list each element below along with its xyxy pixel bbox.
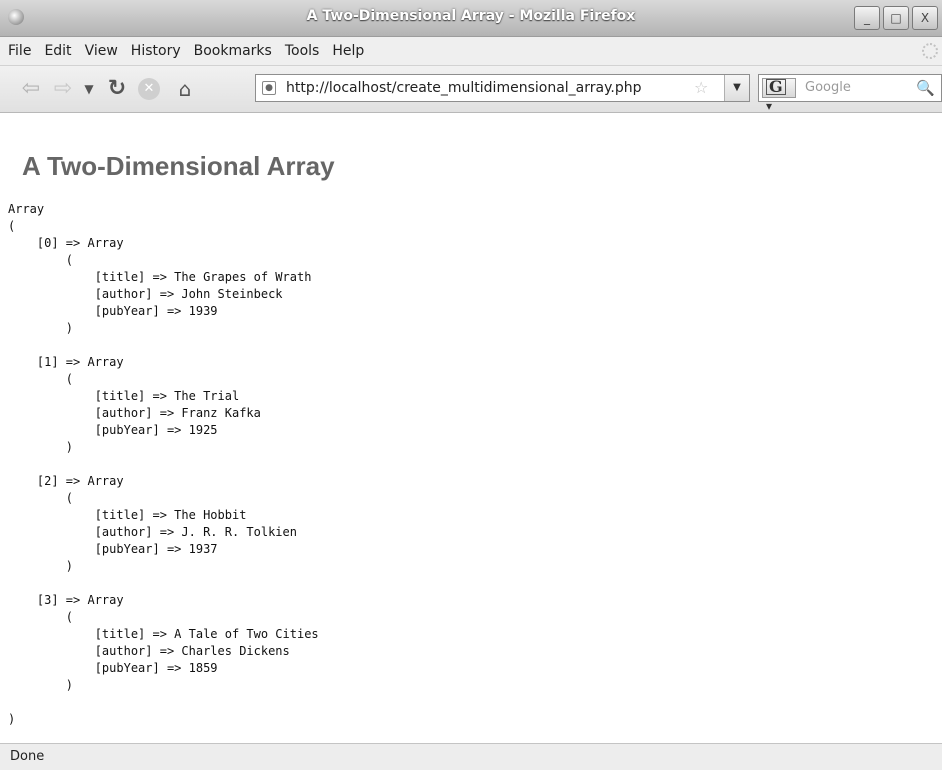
page-content: A Two-Dimensional Array Array ( [0] => A… bbox=[0, 113, 942, 743]
stop-icon[interactable]: ✕ bbox=[138, 78, 160, 100]
menu-bookmarks[interactable]: Bookmarks bbox=[194, 43, 272, 59]
status-bar: Done bbox=[0, 743, 942, 770]
url-bar[interactable]: ● http://localhost/create_multidimension… bbox=[255, 74, 750, 102]
window-controls: _ □ X bbox=[854, 6, 938, 30]
url-text[interactable]: http://localhost/create_multidimensional… bbox=[286, 80, 641, 96]
history-dropdown-icon[interactable]: ▼ bbox=[80, 76, 98, 102]
search-input[interactable]: Google bbox=[805, 80, 851, 95]
back-arrow-icon[interactable]: ⇦ bbox=[18, 76, 44, 102]
close-button[interactable]: X bbox=[912, 6, 938, 30]
navigation-toolbar: ⇦ ⇨ ▼ ↻ ✕ ⌂ ● http://localhost/create_mu… bbox=[0, 66, 942, 113]
forward-arrow-icon[interactable]: ⇨ bbox=[50, 76, 76, 102]
title-bar: A Two-Dimensional Array - Mozilla Firefo… bbox=[0, 0, 942, 37]
google-engine-icon: G bbox=[766, 79, 786, 95]
url-dropdown-icon[interactable]: ▼ bbox=[724, 75, 749, 101]
home-icon[interactable]: ⌂ bbox=[172, 76, 198, 102]
bookmark-star-icon[interactable]: ☆ bbox=[694, 78, 708, 97]
menu-view[interactable]: View bbox=[85, 43, 118, 59]
search-bar[interactable]: G ▾ Google 🔍 bbox=[758, 74, 942, 113]
menu-edit[interactable]: Edit bbox=[44, 43, 71, 59]
array-print-output: Array ( [0] => Array ( [title] => The Gr… bbox=[8, 202, 319, 726]
menu-history[interactable]: History bbox=[131, 43, 181, 59]
menu-file[interactable]: File bbox=[8, 43, 31, 59]
site-identity-icon[interactable]: ● bbox=[262, 81, 276, 95]
menu-bar: File Edit View History Bookmarks Tools H… bbox=[0, 37, 942, 66]
search-magnifier-icon[interactable]: 🔍 bbox=[916, 79, 935, 97]
browser-window: A Two-Dimensional Array - Mozilla Firefo… bbox=[0, 0, 942, 770]
search-engine-selector[interactable]: G ▾ bbox=[762, 78, 796, 113]
status-text: Done bbox=[10, 749, 45, 764]
page-heading: A Two-Dimensional Array bbox=[22, 151, 335, 181]
menu-tools[interactable]: Tools bbox=[285, 43, 320, 59]
minimize-button[interactable]: _ bbox=[854, 6, 880, 30]
menu-help[interactable]: Help bbox=[332, 43, 364, 59]
reload-icon[interactable]: ↻ bbox=[104, 76, 130, 102]
window-title: A Two-Dimensional Array - Mozilla Firefo… bbox=[306, 8, 636, 24]
maximize-button[interactable]: □ bbox=[883, 6, 909, 30]
activity-throbber-icon bbox=[922, 43, 938, 59]
